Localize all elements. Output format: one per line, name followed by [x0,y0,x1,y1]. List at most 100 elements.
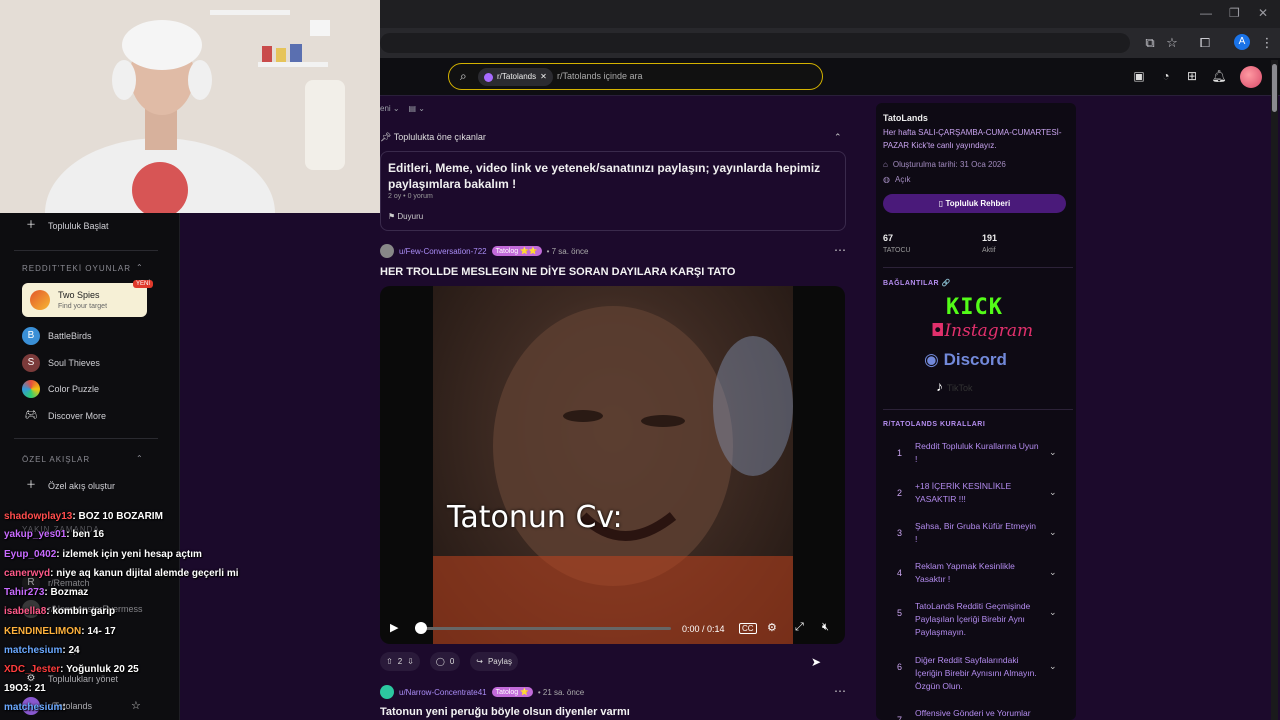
search-placeholder: r/Tatolands içinde ara [557,71,643,81]
author-avatar[interactable] [380,685,394,699]
rule-item[interactable]: +18 İÇERİK KESİNLİKLE YASAKTIR !!! [915,480,1040,506]
games-section-header[interactable]: REDDIT'TEKİ OYUNLAR [22,264,131,273]
minimize-icon[interactable]: — [1200,6,1212,20]
cake-icon: ⌂ [883,160,888,169]
post-title[interactable]: Tatonun yeni peruğu böyle olsun diyenler… [380,706,630,718]
sidebar-divider [14,250,158,251]
rule-item[interactable]: Offensive Gönderi ve Yorumlar [915,707,1040,720]
community-guide-button[interactable]: ▯ Topluluk Rehberi [883,194,1066,213]
video-caption: Tatonun Cv: [447,500,623,535]
chat-message: matchesium: 24 [4,645,80,656]
custom-feeds-label: ÖZEL AKIŞLAR [22,455,91,464]
start-community-label: Topluluk Başlat [48,221,109,231]
sidebar-item-battlebirds[interactable]: B BattleBirds [22,326,92,346]
seek-handle[interactable] [415,622,427,634]
captions-icon[interactable]: CC [739,623,757,634]
sidebar-item-soul-thieves[interactable]: S Soul Thieves [22,353,100,373]
chip-close-icon[interactable]: ✕ [540,68,547,86]
instagram-link[interactable]: ◘Instagram [931,321,1033,341]
close-icon[interactable]: ✕ [1258,6,1268,20]
custom-feeds-header[interactable]: ÖZEL AKIŞLAR [22,455,90,464]
featured-game-card[interactable]: Two Spies Find your target [22,283,147,317]
settings-gear-icon[interactable]: ⚙ [767,621,777,634]
chevron-down-icon[interactable]: ⌄ [1049,487,1057,498]
maximize-icon[interactable]: ❐ [1229,6,1240,20]
rule-item[interactable]: Şahsa, Bir Gruba Küfür Etmeyin ! [915,520,1040,546]
downvote-icon[interactable]: ⇩ [407,657,414,666]
rule-item[interactable]: TatoLands Redditi Geçmişinde Paylaşılan … [915,600,1040,639]
share-button[interactable]: ↪ Paylaş [470,652,518,671]
community-icon [484,72,493,82]
more-options-icon[interactable]: ⋯ [834,243,846,257]
profile-avatar[interactable]: A [1234,34,1250,50]
chevron-up-icon[interactable]: ⌃ [136,263,143,272]
post-title[interactable]: HER TROLLDE MESLEGIN NE DİYE SORAN DAYIL… [380,266,736,278]
fullscreen-icon[interactable]: ⤢ [795,621,804,634]
sidebar-item-discover-more[interactable]: 🎮︎ Discover More [22,406,106,426]
chat-username: matchesium [4,645,63,656]
announcement-tag: ⚑ Duyuru [388,212,424,221]
bookmark-star-icon[interactable]: ☆ [1163,34,1181,52]
chat-username: matchesium [4,702,63,713]
chevron-down-icon[interactable]: ⌄ [1049,567,1057,578]
notification-bell-icon[interactable]: 🔔︎ [1210,67,1228,85]
create-post-icon[interactable]: ⊞ [1183,67,1201,85]
sidebar-item-color-puzzle[interactable]: Color Puzzle [22,379,99,399]
rule-item[interactable]: Diğer Reddit Sayfalarındaki İçeriğin Bir… [915,654,1040,693]
webcam-scene [0,0,380,213]
sidebar-divider [14,438,158,439]
chat-icon[interactable]: ◔ [1157,67,1175,85]
games-section-label: REDDIT'TEKİ OYUNLAR [22,264,131,273]
chevron-down-icon[interactable]: ⌄ [1049,527,1057,538]
tiktok-link[interactable]: ♪ TikTok [936,378,973,394]
feed-sort-bar[interactable]: eni ⌄ ▤ ⌄ [380,104,425,113]
upvote-icon[interactable]: ⇧ [386,657,393,666]
rule-number: 1 [897,448,903,458]
rule-item[interactable]: Reklam Yapmak Kesinlikle Yasaktır ! [915,560,1040,586]
post-time: • 21 sa. önce [537,687,585,697]
new-badge: YENİ [133,280,154,288]
chevron-down-icon[interactable]: ⌄ [1049,661,1057,672]
advertise-icon[interactable]: ▣ [1130,67,1148,85]
author-avatar[interactable] [380,244,394,258]
user-avatar[interactable] [1240,66,1262,88]
mute-icon[interactable]: 🔇︎ [822,621,829,634]
kick-link[interactable]: KICK [946,295,1003,320]
visibility-label: Açık [894,175,911,184]
rule-number: 5 [897,608,903,618]
chat-text: Bozmaz [50,587,89,598]
more-options-icon[interactable]: ⋯ [834,684,846,698]
highlights-header[interactable]: 📌︎ Toplulukta öne çıkanlar [380,132,486,143]
video-seek-bar[interactable] [415,627,671,630]
extensions-icon[interactable]: ⧠ [1196,34,1214,52]
chevron-up-icon[interactable]: ⌃ [834,132,842,143]
instagram-icon: ◘ [931,321,945,341]
chevron-down-icon[interactable]: ⌄ [1049,447,1057,458]
sidebar-divider [883,267,1073,268]
browser-menu-icon[interactable]: ⋮ [1258,34,1276,52]
mouse-cursor-icon: ➤ [811,655,822,669]
chat-username: XDC_Jester [4,664,61,675]
comments-button[interactable]: ◯ 0 [429,652,461,671]
scrollbar-thumb[interactable] [1272,64,1277,112]
start-community-button[interactable]: ＋ Topluluk Başlat [22,216,109,236]
create-custom-feed-button[interactable]: ＋ Özel akış oluştur [22,476,115,496]
search-community-chip[interactable]: r/Tatolands ✕ [478,68,553,86]
play-icon[interactable]: ▶ [390,621,398,634]
chat-username: shadowplay13 [4,511,73,522]
discord-link[interactable]: ◉ Discord [924,350,1007,370]
rule-item[interactable]: Reddit Topluluk Kurallarına Uyun ! [915,440,1040,466]
cast-icon[interactable]: ⧉ [1141,34,1159,52]
post-author[interactable]: u/Few-Conversation-722 [399,247,487,256]
address-bar[interactable] [380,33,1130,53]
color-puzzle-icon [22,380,40,398]
sort-label: eni [380,104,391,113]
chevron-up-icon[interactable]: ⌃ [136,454,143,463]
page-scrollbar[interactable] [1271,60,1278,720]
post-author[interactable]: u/Narrow-Concentrate41 [399,688,487,697]
visibility: ◍ Açık [883,175,911,184]
view-toggle-icon[interactable]: ▤ ⌄ [409,104,425,113]
favorite-star-icon[interactable]: ☆ [131,699,141,712]
community-description: Her hafta SALI-ÇARŞAMBA-CUMA-CUMARTESİ-P… [883,128,1062,150]
chevron-down-icon[interactable]: ⌄ [1049,607,1057,618]
